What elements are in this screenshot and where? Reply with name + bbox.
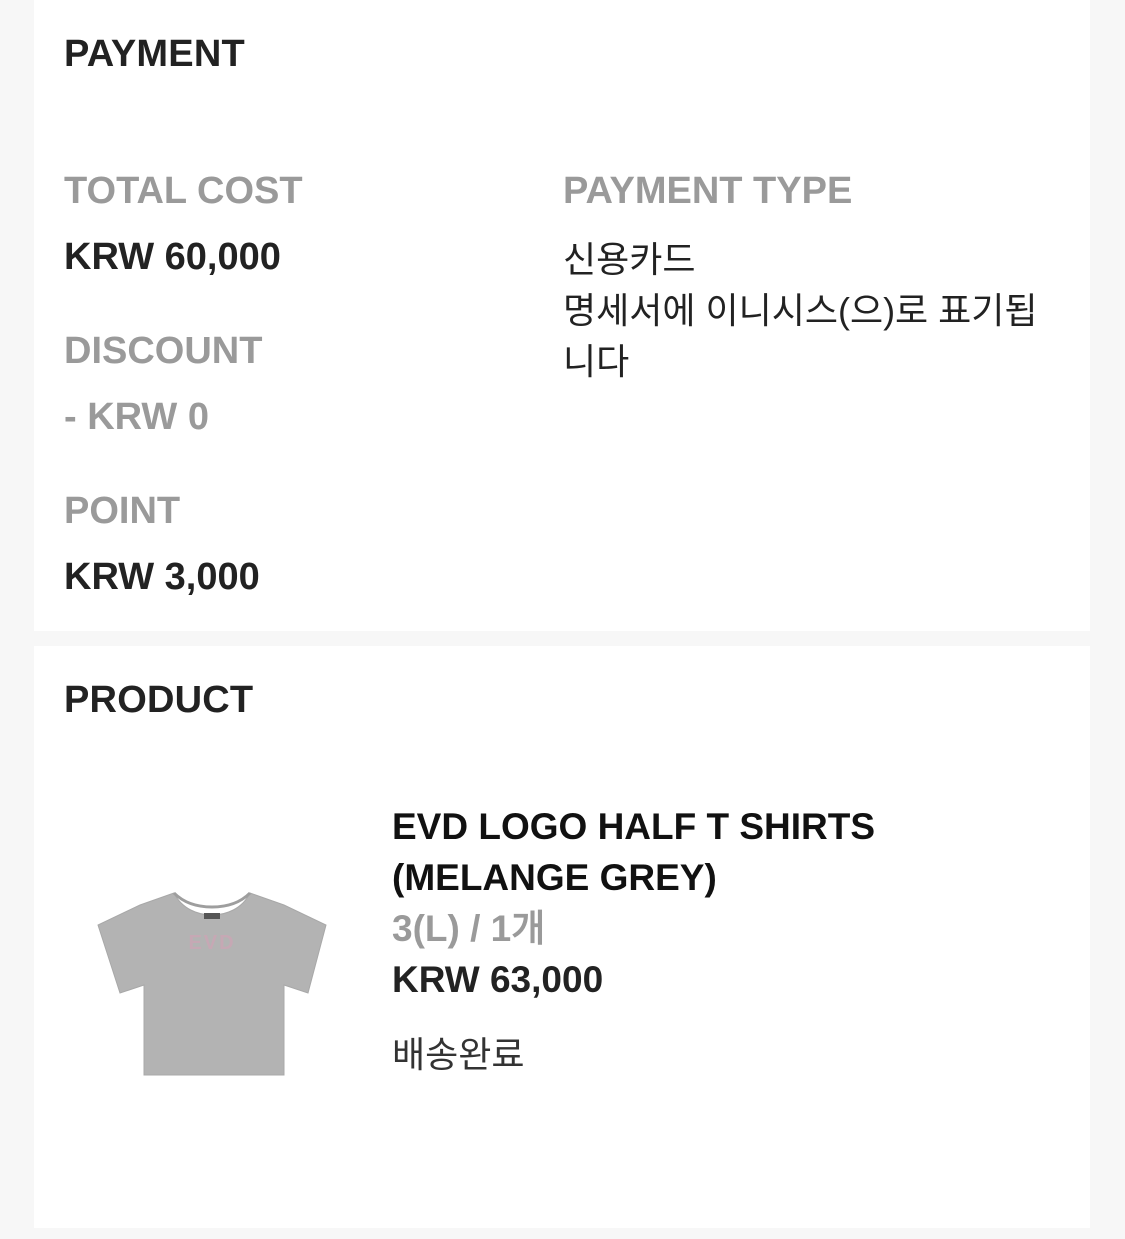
product-section-title: PRODUCT	[64, 679, 254, 721]
discount-label: DISCOUNT	[64, 330, 263, 372]
point-label: POINT	[64, 490, 181, 532]
payment-type-label: PAYMENT TYPE	[563, 170, 853, 212]
product-option: 3(L) / 1개	[392, 908, 546, 949]
shirt-print: EVD	[188, 932, 235, 954]
tshirt-image-icon: EVD	[97, 891, 327, 1076]
product-section: PRODUCT EVD EVD LOGO HALF T SHIRTS (MELA…	[34, 646, 1090, 1228]
payment-section-title: PAYMENT	[64, 33, 245, 75]
payment-type-line: 신용카드	[563, 239, 696, 280]
point-value: KRW 3,000	[64, 556, 260, 598]
product-details: EVD LOGO HALF T SHIRTS (MELANGE GREY) 3(…	[392, 801, 1012, 1080]
payment-type-line: 니다	[563, 341, 630, 382]
discount-value: - KRW 0	[64, 396, 209, 438]
product-price: KRW 63,000	[392, 959, 604, 1000]
payment-type-value: 신용카드 명세서에 이니시스(으)로 표기됩 니다	[563, 234, 1063, 387]
product-name[interactable]: EVD LOGO HALF T SHIRTS (MELANGE GREY)	[392, 801, 1012, 903]
payment-type-line: 명세서에 이니시스(으)로 표기됩	[563, 290, 1038, 331]
delivery-status: 배송완료	[392, 1034, 525, 1075]
total-cost-value: KRW 60,000	[64, 236, 281, 278]
product-thumbnail[interactable]: EVD	[92, 881, 332, 1081]
total-cost-label: TOTAL COST	[64, 170, 303, 212]
payment-section: PAYMENT TOTAL COST KRW 60,000 DISCOUNT -…	[34, 0, 1090, 631]
